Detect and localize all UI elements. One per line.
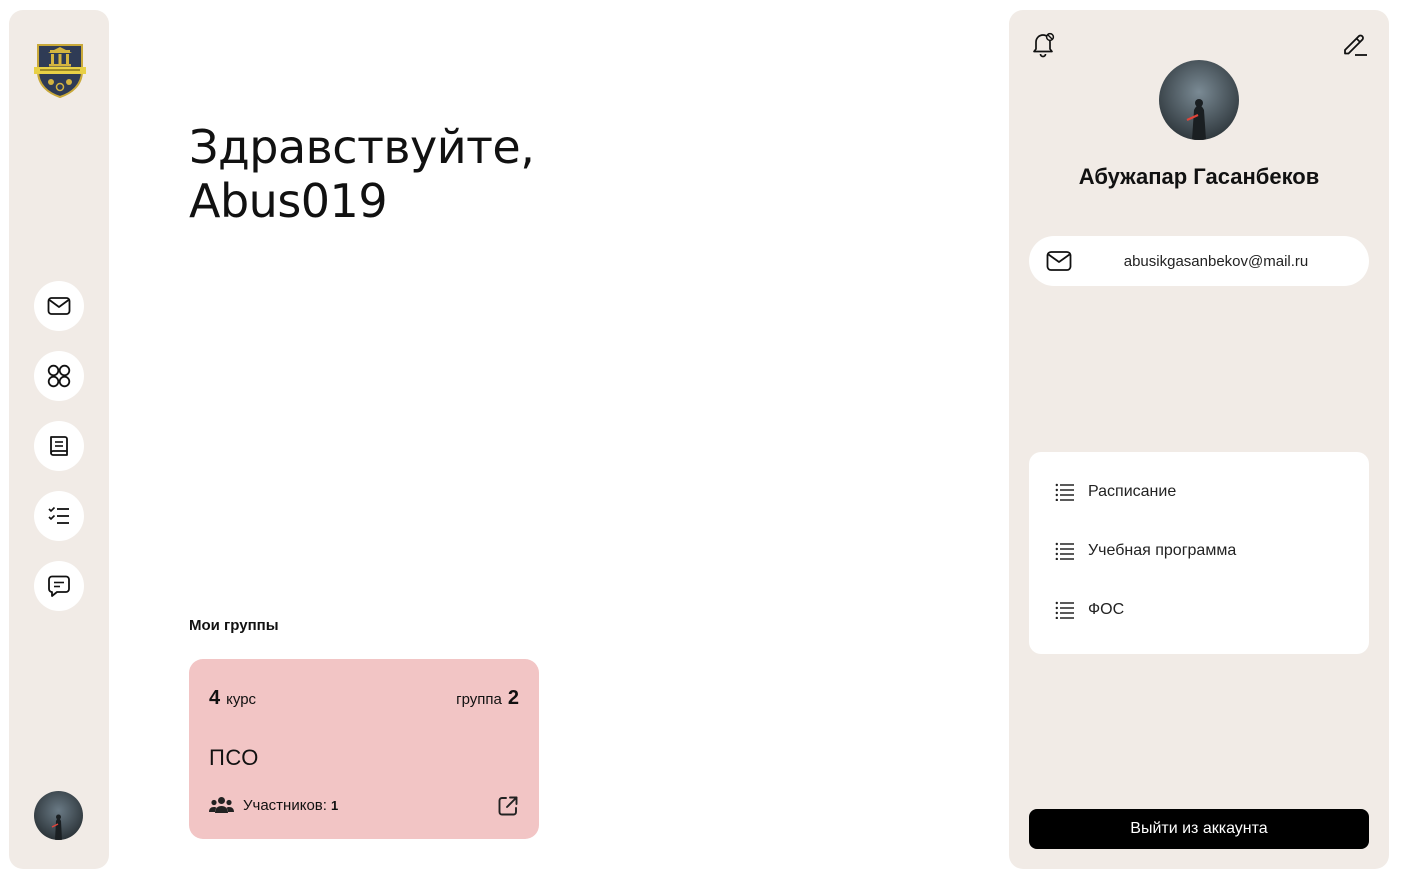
- avatar[interactable]: [34, 791, 83, 840]
- apps-nav-button[interactable]: [34, 351, 84, 401]
- greeting-line: Здравствуйте,: [189, 120, 535, 174]
- course-number: 4: [209, 687, 221, 709]
- sidebar: [9, 10, 109, 869]
- list-icon: [1055, 601, 1074, 619]
- checklist-icon: [48, 506, 69, 524]
- members-count: 1: [330, 797, 339, 813]
- profile-panel: Абужапар Гасанбеков abusikgasanbekov@mai…: [1009, 10, 1389, 869]
- chat-icon: [48, 575, 70, 597]
- mail-icon: [1046, 251, 1072, 271]
- course-label: курс: [226, 691, 257, 708]
- notification-bell-icon[interactable]: [1029, 30, 1057, 58]
- edit-pencil-icon[interactable]: [1341, 30, 1369, 58]
- username: Abus019: [189, 174, 388, 228]
- college-logo[interactable]: [34, 41, 86, 99]
- group-info: группа 2: [456, 687, 519, 710]
- menu-item-fos[interactable]: ФОС: [1055, 601, 1124, 619]
- list-icon: [1055, 483, 1074, 501]
- profile-name: Абужапар Гасанбеков: [1078, 164, 1320, 189]
- tasks-nav-button[interactable]: [34, 491, 84, 541]
- book-nav-button[interactable]: [34, 421, 84, 471]
- people-icon: [209, 797, 234, 813]
- my-groups-title: Мои группы: [189, 617, 279, 634]
- chat-nav-button[interactable]: [34, 561, 84, 611]
- email-field: abusikgasanbekov@mail.ru: [1029, 236, 1369, 286]
- members-label: Участников:: [243, 796, 327, 814]
- menu-item-schedule[interactable]: Расписание: [1055, 483, 1176, 501]
- logout-button[interactable]: Выйти из аккаунта: [1029, 809, 1369, 849]
- group-label: группа: [456, 691, 502, 708]
- mail-nav-button[interactable]: [34, 281, 84, 331]
- apps-grid-icon: [47, 364, 71, 388]
- profile-menu: Расписание Учебная программа ФОС: [1029, 452, 1369, 654]
- course-info: 4 курс: [209, 687, 256, 710]
- list-icon: [1055, 542, 1074, 560]
- menu-item-label: Расписание: [1088, 483, 1177, 500]
- profile-avatar[interactable]: [1159, 60, 1239, 140]
- book-icon: [50, 436, 68, 456]
- menu-item-curriculum[interactable]: Учебная программа: [1055, 542, 1236, 560]
- group-card[interactable]: 4 курс группа 2 ПСО Участников: 1: [189, 659, 539, 839]
- greeting-heading: Здравствуйте, Abus019: [189, 120, 789, 228]
- menu-item-label: Учебная программа: [1088, 542, 1237, 559]
- external-link-icon[interactable]: [497, 795, 519, 817]
- members-info: Участников: 1: [209, 796, 338, 814]
- menu-item-label: ФОС: [1088, 601, 1125, 618]
- email-text: abusikgasanbekov@mail.ru: [1123, 252, 1309, 270]
- mail-icon: [47, 297, 71, 315]
- group-name: ПСО: [209, 745, 259, 770]
- group-number: 2: [507, 687, 519, 709]
